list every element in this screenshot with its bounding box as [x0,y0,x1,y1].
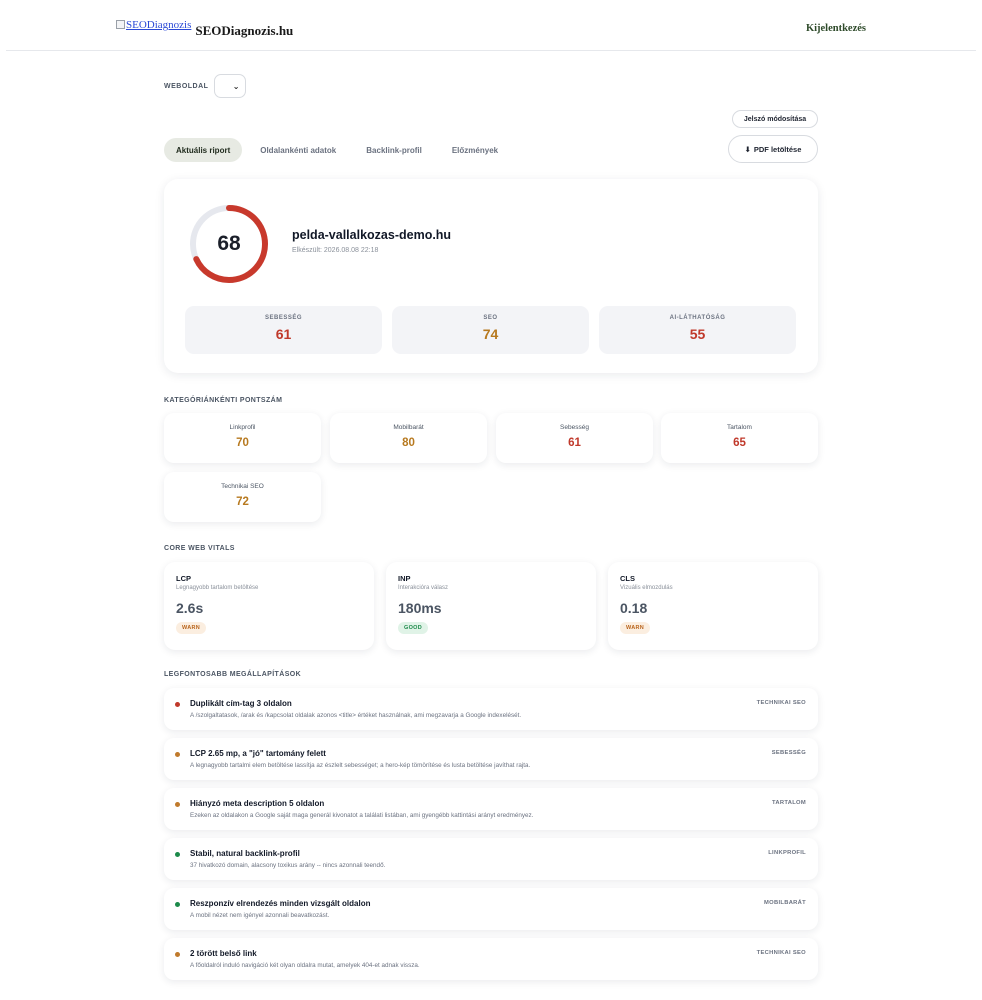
finding-category: TECHNIKAI SEO [756,700,806,706]
metric-value: 61 [275,326,292,342]
finding-item[interactable]: Reszponzív elrendezés minden vizsgált ol… [164,888,818,930]
status-badge: WARN [176,622,207,634]
metric-value: 55 [689,326,706,342]
finding-desc: A főoldalról induló navigáció két olyan … [190,962,420,969]
report-domain: pelda-vallalkozas-demo.hu [292,228,452,242]
broken-image-icon [116,20,125,29]
vital-name: INP [398,574,411,583]
vital-card-lcp: LCP Legnagyobb tartalom betöltése 2.6s W… [164,562,374,650]
finding-item[interactable]: 2 törött belső link A főoldalról induló … [164,938,818,980]
finding-desc: Ezeken az oldalakon a Google saját maga … [190,812,534,819]
findings-title: LEGFONTOSABB MEGÁLLAPÍTÁSOK [164,671,302,678]
finding-desc: A /szolgaltatasok, /arak és /kapcsolat o… [190,712,522,719]
category-label: Sebesség [560,424,589,431]
report-created: Elkészült: 2026.08.08 22:18 [292,247,379,254]
metric-seo: SEO 74 [392,306,589,354]
finding-item[interactable]: Hiányzó meta description 5 oldalon Ezeke… [164,788,818,830]
severity-dot-icon [175,852,180,857]
top-bar: SEODiagnozis SEODiagnozis.hu Kijelentkez… [0,0,982,52]
finding-desc: A legnagyobb tartalmi elem betöltése las… [190,762,531,769]
finding-desc: 37 hivatkozó domain, alacsony toxikus ar… [190,862,386,869]
finding-category: TARTALOM [771,800,806,806]
severity-dot-icon [175,902,180,907]
severity-dot-icon [175,802,180,807]
category-label: Linkprofil [229,424,256,431]
vital-card-inp: INP Interakcióra válasz 180ms GOOD [386,562,596,650]
metric-label: SEO [483,315,498,321]
overall-score: 68 [217,232,241,255]
metric-ai-visibility: AI-LÁTHATÓSÁG 55 [599,306,796,354]
category-card-technikai-seo[interactable]: Technikai SEO 72 [164,472,321,522]
vital-desc: Legnagyobb tartalom betöltése [176,585,259,591]
status-badge: GOOD [398,622,429,634]
vital-value: 2.6s [176,600,204,616]
password-change-button[interactable]: Jelszó módosítása [732,110,818,128]
category-value: 72 [236,496,249,508]
finding-item[interactable]: Stabil, natural backlink-profil 37 hivat… [164,838,818,880]
tab-current-report[interactable]: Aktuális riport [164,138,243,162]
metric-value: 74 [482,326,499,342]
category-value: 61 [568,437,581,449]
tab-page-data[interactable]: Oldalankénti adatok [248,138,348,162]
vital-value: 180ms [398,600,442,616]
finding-category: SEBESSÉG [771,750,806,756]
chevron-down-icon: ⌄ [232,81,240,91]
categories-title: KATEGÓRIÁNKÉNTI PONTSZÁM [164,397,283,404]
category-card-mobilbarat[interactable]: Mobilbarát 80 [330,413,487,463]
finding-category: MOBILBARÁT [764,900,806,906]
finding-title: Duplikált cím-tag 3 oldalon [190,699,292,708]
category-card-linkprofil[interactable]: Linkprofil 70 [164,413,321,463]
logo-image[interactable]: SEODiagnozis [116,19,191,31]
report-tabs: Aktuális riport Oldalankénti adatok Back… [164,138,516,162]
category-label: Technikai SEO [221,483,264,490]
site-selector-row: WEBOLDAL ⌄ [164,74,247,98]
pdf-download-button[interactable]: ⬇ PDF letöltése [728,135,818,163]
metric-label: SEBESSÉG [264,315,302,321]
severity-dot-icon [175,702,180,707]
category-label: Mobilbarát [393,424,424,431]
vital-card-cls: CLS Vizuális elmozdulás 0.18 WARN [608,562,818,650]
finding-title: LCP 2.65 mp, a "jó" tartomány felett [190,749,326,758]
category-value: 65 [733,437,746,449]
tab-backlink-profile[interactable]: Backlink-profil [354,138,434,162]
finding-category: TECHNIKAI SEO [756,950,806,956]
finding-title: Hiányzó meta description 5 oldalon [190,799,325,808]
severity-dot-icon [175,952,180,957]
finding-title: 2 törött belső link [190,949,257,958]
pdf-download-label: PDF letöltése [753,144,802,154]
vitals-title: CORE WEB VITALS [164,545,235,552]
summary-card: 68 pelda-vallalkozas-demo.hu Elkészült: … [164,179,818,373]
vital-name: CLS [620,574,635,583]
header-divider [6,50,976,51]
download-icon: ⬇ [744,144,751,154]
category-card-sebesseg[interactable]: Sebesség 61 [496,413,653,463]
category-value: 70 [236,437,249,449]
finding-desc: A mobil nézet nem igényel azonnali beava… [190,912,330,919]
brand[interactable]: SEODiagnozis SEODiagnozis.hu [116,19,293,39]
finding-category: LINKPROFIL [768,850,806,856]
site-selector-label: WEBOLDAL [164,82,209,90]
finding-title: Stabil, natural backlink-profil [190,849,300,858]
finding-title: Reszponzív elrendezés minden vizsgált ol… [190,899,371,908]
category-value: 80 [402,437,415,449]
severity-dot-icon [175,752,180,757]
vital-desc: Interakcióra válasz [398,585,449,591]
vital-desc: Vizuális elmozdulás [620,585,673,591]
tab-history[interactable]: Előzmények [440,138,510,162]
logout-link[interactable]: Kijelentkezés [806,23,866,34]
site-select[interactable]: ⌄ [214,74,247,98]
vital-value: 0.18 [620,600,648,616]
metric-speed: SEBESSÉG 61 [185,306,382,354]
finding-item[interactable]: LCP 2.65 mp, a "jó" tartomány felett A l… [164,738,818,780]
logo-alt-text: SEODiagnozis [126,19,192,31]
category-card-tartalom[interactable]: Tartalom 65 [661,413,818,463]
category-label: Tartalom [727,424,752,431]
finding-item[interactable]: Duplikált cím-tag 3 oldalon A /szolgalta… [164,688,818,730]
vital-name: LCP [176,574,191,583]
metric-label: AI-LÁTHATÓSÁG [669,315,726,321]
status-badge: WARN [620,622,651,634]
brand-name[interactable]: SEODiagnozis.hu [195,23,293,39]
